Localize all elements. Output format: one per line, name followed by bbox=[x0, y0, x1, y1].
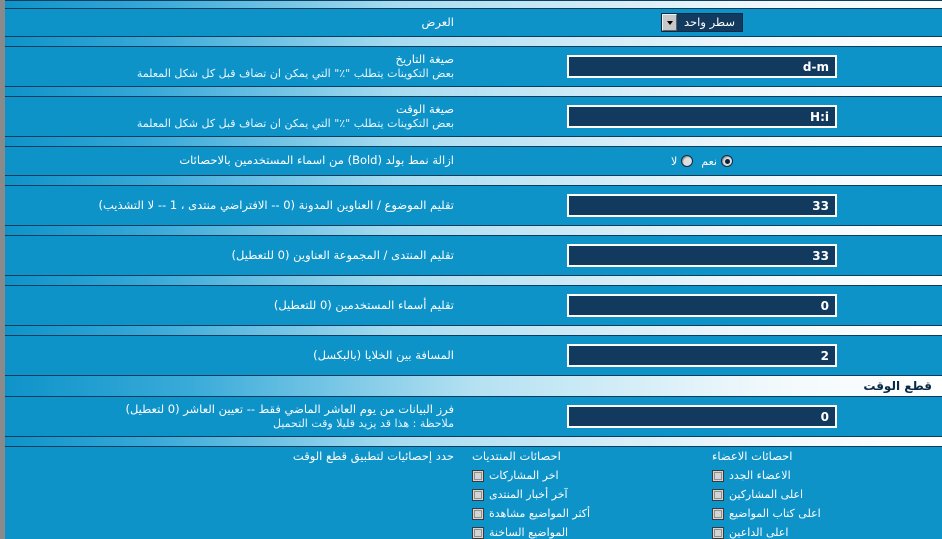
setting-row-cell-spacing: المسافة بين الخلايا (بالبكسل) bbox=[5, 336, 942, 375]
trim-forum-title-input[interactable] bbox=[567, 244, 837, 267]
separator-5 bbox=[5, 225, 942, 236]
hint-time-format: بعض التكوينات يتطلب "٪" التي يمكن ان تضا… bbox=[136, 116, 454, 130]
checkbox-label-latest-posts: اخر المشاركات bbox=[489, 469, 559, 482]
date-format-input[interactable] bbox=[567, 55, 837, 78]
setting-row-date-format: صيغة التاريخ بعض التكوينات يتطلب "٪" الت… bbox=[5, 47, 942, 86]
stats-columns: احصائات الاعضاء الاعضاء الجدد اعلى المشا… bbox=[462, 449, 942, 539]
checkbox-row-latest-forum-news[interactable]: آخر أخبار المنتدى bbox=[462, 485, 568, 504]
radio-no-label: لا bbox=[671, 154, 678, 168]
control-cell-spacing bbox=[462, 344, 942, 367]
control-cutoff-days bbox=[462, 405, 942, 428]
separator-7 bbox=[5, 325, 942, 336]
stats-checkbox-area: احصائات الاعضاء الاعضاء الجدد اعلى المشا… bbox=[5, 447, 942, 539]
description-trim-thread-title: تقليم الموضوع / العناوين المدونة (0 -- ا… bbox=[5, 198, 462, 213]
radio-yes-icon[interactable] bbox=[721, 155, 733, 167]
separator-4 bbox=[5, 175, 942, 186]
chevron-down-icon[interactable] bbox=[662, 14, 678, 31]
label-cell-spacing: المسافة بين الخلايا (بالبكسل) bbox=[313, 347, 454, 362]
description-trim-usernames: تقليم أسماء المستخدمين (0 للتعطيل) bbox=[5, 298, 462, 313]
checkbox-most-viewed-threads[interactable] bbox=[472, 507, 484, 520]
member-stats-header: احصائات الاعضاء bbox=[712, 449, 793, 463]
checkbox-label-top-referrers: اعلى الداعين bbox=[729, 526, 789, 539]
cutoff-days-input[interactable] bbox=[567, 405, 837, 428]
checkbox-label-top-thread-starters: اعلى كتاب المواضيع bbox=[729, 507, 821, 520]
display-mode-select-value: سطر واحد bbox=[677, 14, 742, 31]
checkbox-new-members[interactable] bbox=[712, 469, 724, 482]
setting-row-display-mode: سطر واحد العرض bbox=[5, 9, 942, 36]
remove-bold-option-no[interactable]: لا bbox=[671, 154, 694, 168]
radio-yes-label: نعم bbox=[701, 154, 717, 168]
separator-top bbox=[5, 0, 942, 9]
setting-row-trim-forum-title: تقليم المنتدى / المجموعة العناوين (0 للت… bbox=[5, 236, 942, 275]
display-mode-select[interactable]: سطر واحد bbox=[661, 13, 743, 32]
checkbox-row-new-members[interactable]: الاعضاء الجدد bbox=[702, 466, 791, 485]
checkbox-top-thread-starters[interactable] bbox=[712, 507, 724, 520]
forum-stats-header: احصائات المنتديات bbox=[472, 449, 561, 463]
checkbox-label-top-posters: اعلى المشاركين bbox=[729, 488, 804, 501]
checkbox-label-most-viewed-threads: أكثر المواضيع مشاهدة bbox=[489, 507, 591, 520]
setting-row-trim-thread-title: تقليم الموضوع / العناوين المدونة (0 -- ا… bbox=[5, 186, 942, 225]
description-date-format: صيغة التاريخ بعض التكوينات يتطلب "٪" الت… bbox=[5, 52, 462, 82]
time-format-input[interactable] bbox=[567, 105, 837, 128]
description-cell-spacing: المسافة بين الخلايا (بالبكسل) bbox=[5, 348, 462, 363]
control-display-mode: سطر واحد bbox=[462, 13, 942, 32]
separator-2 bbox=[5, 86, 942, 97]
separator-6 bbox=[5, 275, 942, 286]
setting-row-cutoff-days: فرز البيانات من يوم العاشر الماضي فقط --… bbox=[5, 397, 942, 436]
checkbox-top-posters[interactable] bbox=[712, 488, 724, 501]
checkbox-row-hot-threads[interactable]: المواضيع الساخنة bbox=[462, 523, 568, 539]
label-date-format: صيغة التاريخ bbox=[395, 51, 454, 66]
separator-8 bbox=[5, 436, 942, 447]
separator-1 bbox=[5, 36, 942, 47]
description-display-mode: العرض bbox=[5, 15, 462, 30]
description-remove-bold: ازالة نمط بولد (Bold) من اسماء المستخدمي… bbox=[5, 153, 462, 168]
label-remove-bold: ازالة نمط بولد (Bold) من اسماء المستخدمي… bbox=[179, 153, 454, 168]
hint-date-format: بعض التكوينات يتطلب "٪" التي يمكن ان تضا… bbox=[136, 66, 454, 80]
control-trim-thread-title bbox=[462, 194, 942, 217]
label-time-format: صيغة الوقت bbox=[395, 101, 454, 116]
description-cutoff-days: فرز البيانات من يوم العاشر الماضي فقط --… bbox=[5, 402, 462, 432]
checkbox-latest-posts[interactable] bbox=[472, 469, 484, 482]
trim-thread-title-input[interactable] bbox=[567, 194, 837, 217]
setting-row-time-format: صيغة الوقت بعض التكوينات يتطلب "٪" التي … bbox=[5, 97, 942, 136]
label-cutoff-days: فرز البيانات من يوم العاشر الماضي فقط --… bbox=[125, 401, 454, 416]
hint-cutoff-days: ملاحظة : هذا قد يزيد قليلا وقت التحميل bbox=[273, 416, 454, 430]
section-title: قطع الوقت bbox=[863, 379, 932, 393]
trim-usernames-input[interactable] bbox=[567, 294, 837, 317]
section-header-time-cutoff: قطع الوقت bbox=[5, 375, 942, 397]
checkbox-row-top-thread-starters[interactable]: اعلى كتاب المواضيع bbox=[702, 504, 821, 523]
control-time-format bbox=[462, 105, 942, 128]
checkbox-latest-forum-news[interactable] bbox=[472, 488, 484, 501]
label-trim-thread-title: تقليم الموضوع / العناوين المدونة (0 -- ا… bbox=[98, 197, 454, 212]
checkbox-hot-threads[interactable] bbox=[472, 526, 484, 539]
separator-3 bbox=[5, 136, 942, 147]
setting-row-trim-usernames: تقليم أسماء المستخدمين (0 للتعطيل) bbox=[5, 286, 942, 325]
checkbox-row-top-referrers[interactable]: اعلى الداعين bbox=[702, 523, 788, 539]
member-stats-column: احصائات الاعضاء الاعضاء الجدد اعلى المشا… bbox=[702, 449, 942, 539]
checkbox-label-latest-forum-news: آخر أخبار المنتدى bbox=[489, 488, 568, 501]
settings-page: سطر واحد العرض صيغة التاريخ بعض التكوينا… bbox=[0, 0, 942, 539]
radio-no-icon[interactable] bbox=[681, 155, 694, 167]
label-trim-usernames: تقليم أسماء المستخدمين (0 للتعطيل) bbox=[273, 297, 454, 312]
forum-stats-column: احصائات المنتديات اخر المشاركات آخر أخبا… bbox=[462, 449, 702, 539]
description-time-format: صيغة الوقت بعض التكوينات يتطلب "٪" التي … bbox=[5, 102, 462, 132]
checkbox-label-hot-threads: المواضيع الساخنة bbox=[489, 526, 569, 539]
cell-spacing-input[interactable] bbox=[567, 344, 837, 367]
control-remove-bold: نعم لا bbox=[462, 155, 942, 168]
remove-bold-radio-group[interactable]: نعم لا bbox=[671, 155, 733, 168]
label-trim-forum-title: تقليم المنتدى / المجموعة العناوين (0 للت… bbox=[231, 247, 454, 262]
label-select-stats-for-cutoff: حدد إحصائيات لتطبيق قطع الوقت bbox=[292, 449, 454, 463]
checkbox-row-top-posters[interactable]: اعلى المشاركين bbox=[702, 485, 803, 504]
description-trim-forum-title: تقليم المنتدى / المجموعة العناوين (0 للت… bbox=[5, 248, 462, 263]
remove-bold-option-yes[interactable]: نعم bbox=[701, 155, 733, 168]
label-display-mode: العرض bbox=[421, 14, 455, 29]
checkbox-label-new-members: الاعضاء الجدد bbox=[729, 469, 791, 482]
checkbox-row-latest-posts[interactable]: اخر المشاركات bbox=[462, 466, 559, 485]
control-trim-usernames bbox=[462, 294, 942, 317]
checkbox-row-most-viewed-threads[interactable]: أكثر المواضيع مشاهدة bbox=[462, 504, 590, 523]
checkbox-top-referrers[interactable] bbox=[712, 526, 724, 539]
control-date-format bbox=[462, 55, 942, 78]
setting-row-remove-bold: نعم لا ازالة نمط بولد (Bold) من اسماء ال… bbox=[5, 147, 942, 175]
control-trim-forum-title bbox=[462, 244, 942, 267]
